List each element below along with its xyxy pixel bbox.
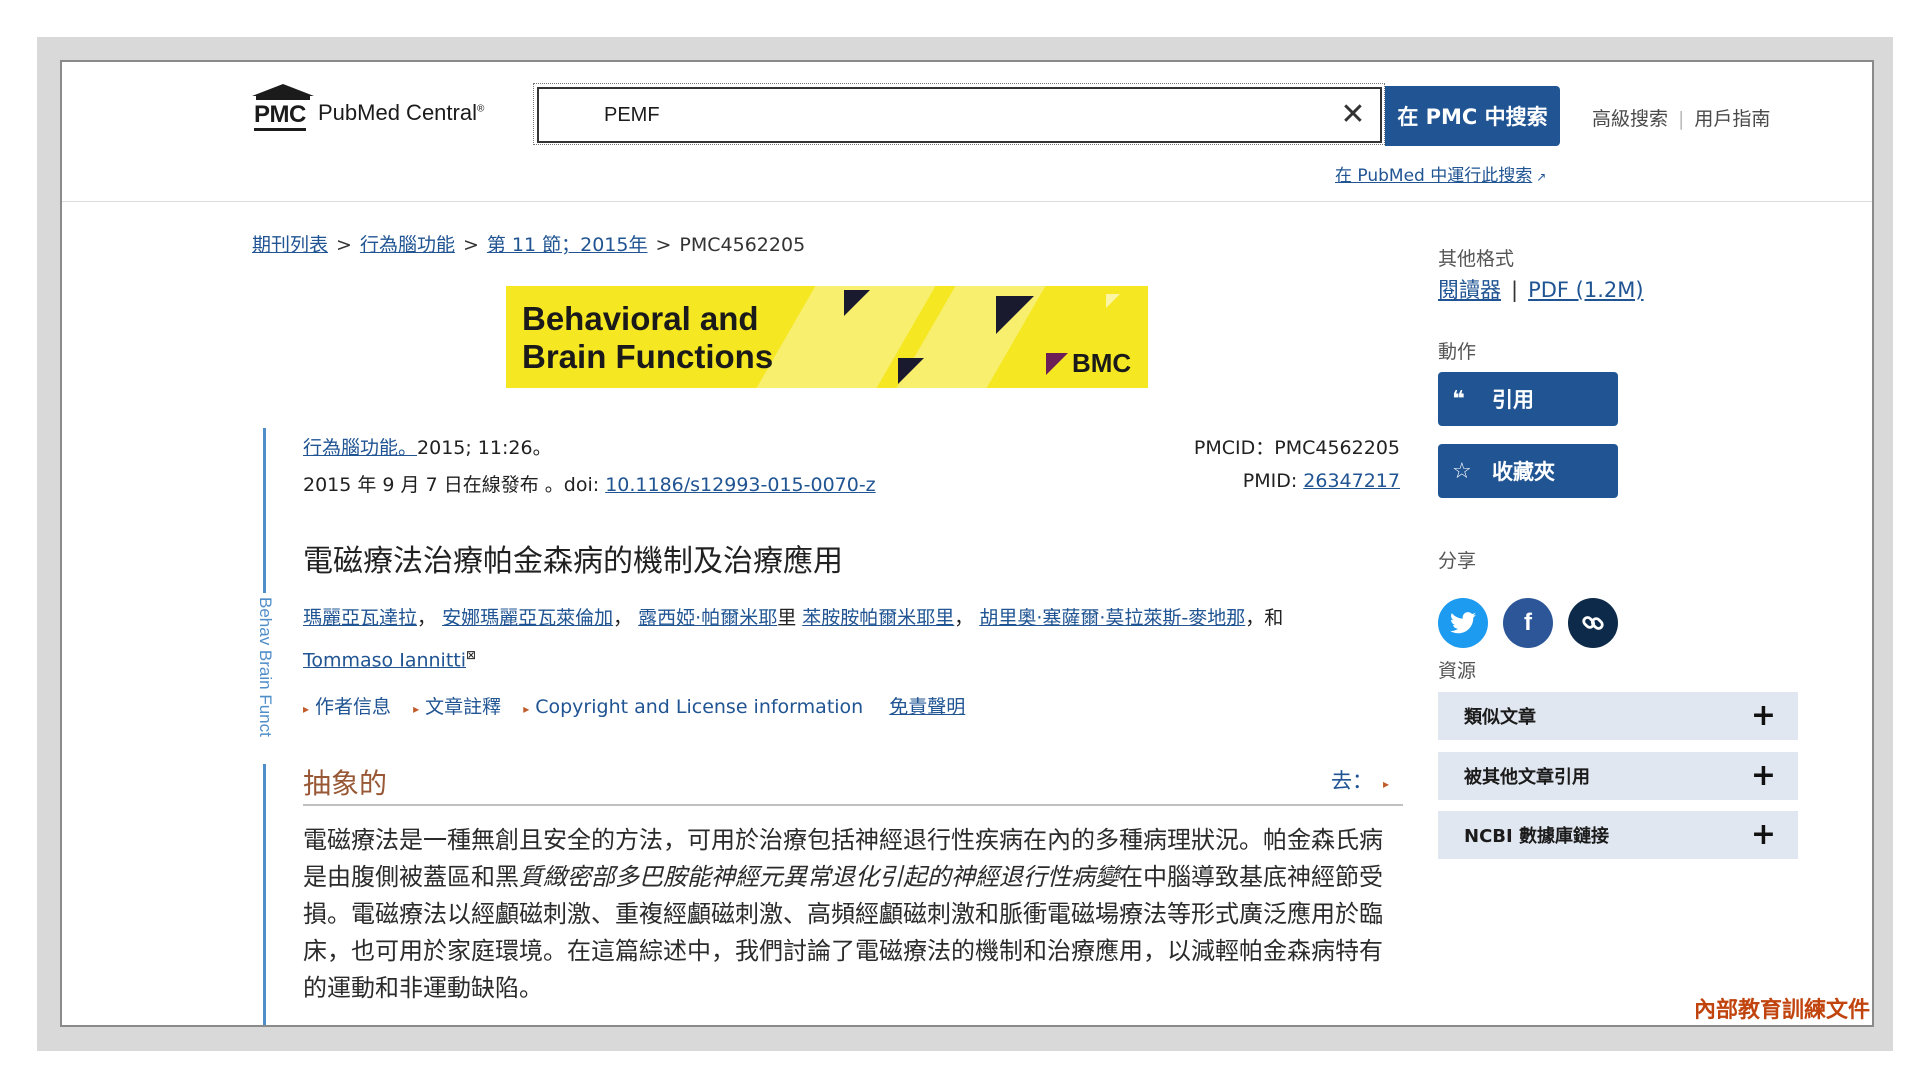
breadcrumb-journal-list[interactable]: 期刊列表 (252, 234, 328, 256)
search-box: ✕ (533, 83, 1385, 145)
plus-icon: + (1750, 758, 1776, 793)
corresponding-author-icon[interactable]: ⊠ (466, 648, 476, 662)
author-link[interactable]: 瑪麗亞瓦達拉 (303, 607, 417, 629)
citation-line: 行為腦功能。2015; 11:26。 (303, 437, 552, 459)
facebook-share-button[interactable]: f (1503, 598, 1553, 648)
quote-icon: ❝ (1452, 386, 1465, 412)
run-in-pubmed-text[interactable]: 在 PubMed 中運行此搜索 (1335, 166, 1532, 186)
goto-arrow-icon: ▸ (1383, 777, 1390, 791)
watermark: 內部教育訓練文件 (1693, 997, 1870, 1023)
header-divider (62, 201, 1872, 202)
facebook-icon: f (1524, 609, 1532, 636)
side-rail (263, 428, 266, 593)
author-link[interactable]: 苯胺胺帕爾米耶里 (802, 607, 954, 629)
pmid-line: PMID: 26347217 (1242, 470, 1400, 492)
external-link-icon: ↗ (1536, 170, 1547, 184)
banner-triangle (1106, 294, 1120, 308)
link-icon (1582, 616, 1604, 630)
article-meta-links: ▸ 作者信息 ▸ 文章註釋 ▸ Copyright and License infor… (303, 692, 965, 719)
author-link[interactable]: Tommaso Iannitti (303, 649, 466, 671)
user-guide-link[interactable]: 用戶指南 (1694, 108, 1770, 130)
doi-link[interactable]: 10.1186/s12993-015-0070-z (605, 474, 875, 496)
run-in-pubmed-link[interactable]: 在 PubMed 中運行此搜索 ↗ (1335, 161, 1546, 186)
twitter-icon (1450, 612, 1476, 634)
pmc-article-page: PMC PubMed Central® ✕ 在 PMC 中搜索 高級搜索|用戶指… (60, 60, 1874, 1027)
author-link[interactable]: 胡里奧·塞薩爾·莫拉萊斯-麥地那 (979, 607, 1245, 629)
breadcrumb-journal[interactable]: 行為腦功能 (360, 234, 455, 256)
article-notes-toggle[interactable]: ▸ 文章註釋 (413, 696, 501, 718)
goto-menu[interactable]: 去： ▸ (1331, 765, 1389, 795)
side-rail (263, 764, 266, 1025)
formats-heading: 其他格式 (1438, 248, 1515, 270)
ncbi-links-toggle[interactable]: NCBI 數據庫鏈接 + (1438, 811, 1798, 859)
plus-icon: + (1750, 817, 1776, 852)
author-link[interactable]: 露西婭·帕爾米耶 (638, 607, 777, 629)
breadcrumb-current: PMC4562205 (679, 234, 806, 256)
author-list: 瑪麗亞瓦達拉， 安娜瑪麗亞瓦萊倫加， 露西婭·帕爾米耶里 苯胺胺帕爾米耶里， 胡… (303, 607, 1284, 672)
author-info-toggle[interactable]: ▸ 作者信息 (303, 696, 391, 718)
search-input[interactable] (537, 87, 1382, 143)
search-pmc-button[interactable]: 在 PMC 中搜索 (1385, 86, 1560, 146)
publication-line: 2015 年 9 月 7 日在線發布 。doi: 10.1186/s12993-… (303, 474, 876, 496)
bmc-logo: BMC (1046, 348, 1131, 379)
banner-triangle (844, 290, 870, 316)
banner-triangle (996, 296, 1034, 334)
cited-by-toggle[interactable]: 被其他文章引用 + (1438, 752, 1798, 800)
abstract-text: 電磁療法是一種無創且安全的方法，可用於治療包括神經退行性疾病在內的多種病理狀況。… (303, 826, 1383, 1002)
abstract-divider (303, 804, 1403, 806)
pmid-link[interactable]: 26347217 (1303, 470, 1400, 492)
twitter-share-button[interactable] (1438, 598, 1488, 648)
plus-icon: + (1750, 698, 1776, 733)
banner-title: Behavioral and Brain Functions (522, 300, 774, 375)
similar-articles-toggle[interactable]: 類似文章 + (1438, 692, 1798, 740)
disclaimer-link[interactable]: 免責聲明 (889, 696, 965, 718)
article-title: 電磁療法治療帕金森病的機制及治療應用 (303, 544, 843, 579)
advanced-search-link[interactable]: 高級搜索 (1592, 108, 1668, 130)
breadcrumb-volume[interactable]: 第 11 節；2015年 (487, 234, 648, 256)
journal-banner[interactable]: Behavioral and Brain Functions BMC (506, 286, 1148, 388)
journal-link[interactable]: 行為腦功能。 (303, 437, 417, 459)
pmc-logo-mark: PMC (252, 84, 314, 132)
pmc-logo[interactable]: PMC PubMed Central® (252, 82, 484, 132)
pmc-logo-text: PMC (254, 102, 306, 131)
breadcrumb: 期刊列表 > 行為腦功能 > 第 11 節；2015年 > PMC4562205 (252, 234, 806, 256)
copy-link-share-button[interactable] (1568, 598, 1618, 648)
header-links: 高級搜索 | 用戶指南 (1592, 108, 1771, 130)
reader-link[interactable]: 閱讀器 (1438, 278, 1501, 302)
author-link[interactable]: 安娜瑪麗亞瓦萊倫加 (442, 607, 613, 629)
pdf-link[interactable]: PDF (1.2M) (1528, 278, 1644, 302)
copyright-toggle[interactable]: ▸ Copyright and License information (523, 696, 863, 718)
actions-heading: 動作 (1438, 341, 1477, 363)
pmc-logo-brand: PubMed Central® (318, 100, 485, 125)
rail-journal-label: Behav Brain Funct (256, 597, 275, 737)
formats-links: 閱讀器 | PDF (1.2M) (1438, 278, 1644, 302)
clear-search-icon[interactable]: ✕ (1338, 100, 1368, 130)
pmcid: PMCID：PMC4562205 (1193, 437, 1400, 459)
abstract-heading: 抽象的 (303, 767, 388, 800)
favorites-button[interactable]: ☆ 收藏夾 (1438, 444, 1618, 498)
banner-triangle (898, 358, 924, 384)
star-icon: ☆ (1452, 458, 1472, 484)
cite-button[interactable]: ❝ 引用 (1438, 372, 1618, 426)
resources-heading: 資源 (1438, 660, 1477, 682)
share-heading: 分享 (1438, 550, 1477, 572)
